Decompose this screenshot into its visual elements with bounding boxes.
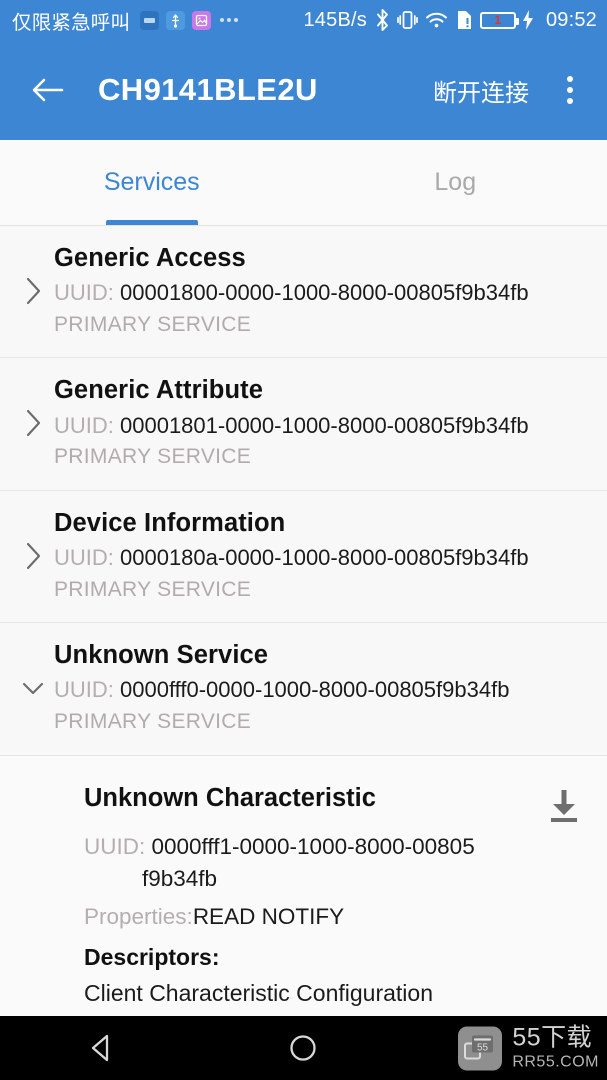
tab-bar: Services Log [0, 140, 607, 226]
chevron-right-icon [14, 540, 52, 572]
tab-services[interactable]: Services [0, 140, 304, 225]
watermark-logo-icon: 55 [458, 1026, 503, 1070]
service-body: Generic Access UUID: 00001800-0000-1000-… [52, 242, 593, 339]
watermark-text: 55下载 RR55.COM [512, 1023, 599, 1071]
uuid-value: 00001800-0000-1000-8000-00805f9b34fb [120, 280, 529, 306]
service-type: PRIMARY SERVICE [54, 313, 252, 337]
watermark-main-label: 55下载 [512, 1023, 593, 1052]
properties-value: READ NOTIFY [192, 903, 345, 929]
status-bar: 仅限紧急呼叫 145B/s 1 09:52 [0, 0, 607, 40]
wifi-icon [424, 8, 449, 32]
page-title: CH9141BLE2U [98, 72, 318, 107]
uuid-value: 0000fff0-0000-1000-8000-00805f9b34fb [120, 677, 510, 703]
service-row[interactable]: Device Information UUID: 0000180a-0000-1… [0, 490, 607, 624]
properties-label: Properties: [84, 903, 193, 929]
service-name: Generic Attribute [54, 376, 264, 405]
disconnect-button[interactable]: 断开连接 [429, 67, 533, 114]
usb-app-icon [166, 10, 186, 30]
clock-label: 09:52 [545, 8, 597, 31]
uuid-label: UUID: [54, 280, 120, 306]
charging-bolt-icon [521, 9, 534, 31]
download-icon[interactable] [541, 782, 587, 826]
service-type: PRIMARY SERVICE [54, 577, 252, 601]
service-uuid: UUID: 00001800-0000-1000-8000-00805f9b34… [54, 277, 593, 309]
app-bar: CH9141BLE2U 断开连接 [0, 40, 607, 140]
battery-icon: 1 [479, 11, 519, 29]
back-arrow-icon[interactable] [22, 64, 74, 116]
characteristic-properties: Properties:READ NOTIFY [84, 901, 587, 934]
service-body: Device Information UUID: 0000180a-0000-1… [52, 507, 593, 604]
services-list: Generic Access UUID: 00001800-0000-1000-… [0, 226, 607, 1080]
uuid-label: UUID: [54, 412, 120, 438]
screenshot-app-icon [192, 10, 212, 30]
uuid-value-line1: 0000fff1-0000-1000-8000-00805 [151, 833, 475, 859]
vibrate-icon [397, 8, 418, 32]
nav-home-icon[interactable] [202, 1016, 404, 1080]
service-name: Device Information [54, 508, 286, 537]
characteristic-header: Unknown Characteristic [84, 782, 587, 826]
bluetooth-icon [374, 8, 391, 32]
battery-level-label: 1 [494, 13, 502, 27]
status-app-icons [140, 10, 212, 30]
chevron-down-icon [14, 676, 52, 700]
watermark: 55 55下载 RR55.COM [458, 1023, 599, 1071]
service-row-expanded[interactable]: Unknown Service UUID: 0000fff0-0000-1000… [0, 623, 607, 756]
uuid-value: 0000180a-0000-1000-8000-00805f9b34fb [120, 544, 529, 570]
status-more-icon [220, 18, 239, 22]
phone-screen: 仅限紧急呼叫 145B/s 1 09:52 CH9141BLE2U 断开连接 S… [0, 0, 607, 1080]
service-body: Unknown Service UUID: 0000fff0-0000-1000… [52, 639, 593, 736]
descriptor-name: Client Characteristic Configuration [84, 979, 433, 1006]
service-row[interactable]: Generic Attribute UUID: 00001801-0000-10… [0, 358, 607, 491]
service-uuid: UUID: 00001801-0000-1000-8000-00805f9b34… [54, 410, 593, 442]
service-uuid: UUID: 0000180a-0000-1000-8000-00805f9b34… [54, 542, 593, 574]
chevron-right-icon [14, 407, 52, 439]
sms-app-icon [140, 10, 160, 30]
uuid-label: UUID: [84, 833, 152, 859]
uuid-value: 00001801-0000-1000-8000-00805f9b34fb [120, 412, 529, 438]
watermark-sub-label: RR55.COM [512, 1053, 599, 1071]
uuid-label: UUID: [54, 677, 120, 703]
service-row[interactable]: Generic Access UUID: 00001800-0000-1000-… [0, 226, 607, 359]
service-type: PRIMARY SERVICE [54, 710, 252, 734]
uuid-label: UUID: [54, 544, 120, 570]
service-type: PRIMARY SERVICE [54, 445, 252, 469]
service-body: Generic Attribute UUID: 00001801-0000-10… [52, 374, 593, 471]
overflow-menu-icon[interactable] [547, 64, 593, 116]
uuid-value-line2: f9b34fb [142, 866, 218, 892]
system-navigation-bar: 55 55下载 RR55.COM [0, 1016, 607, 1080]
sim-alert-icon [455, 8, 474, 32]
chevron-right-icon [14, 275, 52, 307]
service-name: Unknown Service [54, 641, 269, 670]
characteristic-uuid: UUID: 0000fff1-0000-1000-8000-00805 f9b3… [84, 831, 587, 896]
service-name: Generic Access [54, 244, 246, 272]
characteristic-name: Unknown Characteristic [84, 783, 376, 812]
svg-text:55: 55 [477, 1042, 489, 1053]
nav-back-icon[interactable] [0, 1016, 202, 1080]
carrier-label: 仅限紧急呼叫 [12, 11, 131, 34]
service-uuid: UUID: 0000fff0-0000-1000-8000-00805f9b34… [54, 674, 593, 706]
descriptors-title: Descriptors: [84, 943, 220, 970]
network-speed-label: 145B/s [303, 8, 367, 31]
tab-log[interactable]: Log [304, 140, 607, 225]
